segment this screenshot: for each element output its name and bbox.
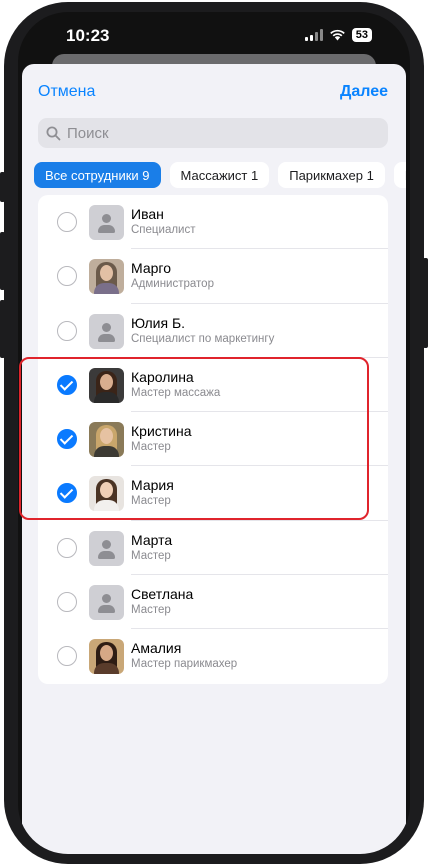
search-bar[interactable]	[38, 118, 388, 148]
phone-frame: 10:23 53 Отмена Далее Поиск Все сотрудни…	[0, 0, 428, 866]
avatar-placeholder	[89, 313, 124, 349]
employee-name: Марго	[131, 260, 171, 277]
search-icon	[46, 126, 61, 140]
employee-name: Иван	[131, 206, 164, 222]
employee-name: Юлия Б.	[131, 314, 186, 331]
checkbox[interactable]	[57, 592, 77, 613]
avatar-placeholder	[89, 205, 124, 240]
chip-more[interactable]: Ма	[393, 162, 406, 188]
status-icons: 53	[304, 28, 372, 42]
checkbox[interactable]	[57, 212, 77, 232]
status-time: 10:23	[66, 26, 110, 45]
signal-icon	[304, 29, 323, 41]
selection-highlight-box	[19, 357, 369, 520]
chip-masseur[interactable]: Массажист 1	[169, 162, 270, 188]
employee-name: Марта	[131, 531, 173, 548]
nav-bar: Отмена Далее	[22, 64, 406, 118]
employee-row[interactable]: Амалия Мастер парикмахер	[38, 629, 388, 683]
employee-role: Специалист по маркетингу	[131, 332, 275, 345]
employee-name: Светлана	[131, 586, 194, 603]
employee-role: Мастер парикмахер	[131, 658, 238, 671]
employee-role: Администратор	[131, 278, 214, 291]
employee-role: Мастер	[131, 604, 171, 617]
wifi-icon	[329, 29, 345, 41]
battery-icon: 53	[351, 28, 372, 42]
status-bar: 10:23 53	[18, 12, 410, 60]
employee-row[interactable]: Светлана Мастер	[38, 575, 388, 630]
employee-role: Мастер	[131, 549, 171, 562]
employee-name: Амалия	[131, 640, 182, 657]
checkbox[interactable]	[57, 537, 77, 558]
employee-row[interactable]: Марта Мастер	[38, 521, 388, 576]
avatar-placeholder	[89, 530, 124, 566]
employee-row[interactable]: Марго Администратор	[38, 249, 388, 304]
avatar-photo	[89, 639, 124, 675]
checkbox[interactable]	[57, 320, 77, 341]
cancel-button[interactable]: Отмена	[38, 83, 95, 101]
next-button[interactable]: Далее	[340, 83, 388, 101]
employee-row[interactable]: Юлия Б. Специалист по маркетингу	[38, 304, 388, 358]
avatar-placeholder	[89, 585, 124, 621]
checkbox[interactable]	[57, 646, 77, 667]
chip-hairdresser[interactable]: Парикмахер 1	[278, 162, 385, 188]
employee-row[interactable]: Иван Специалист	[38, 195, 388, 250]
search-input[interactable]	[67, 124, 367, 142]
chip-all-employees[interactable]: Все сотрудники 9	[34, 162, 161, 188]
avatar-photo	[89, 259, 124, 295]
employee-role: Специалист	[131, 224, 196, 236]
filter-chips: Все сотрудники 9 Массажист 1 Парикмахер …	[34, 162, 406, 188]
checkbox[interactable]	[57, 266, 77, 287]
